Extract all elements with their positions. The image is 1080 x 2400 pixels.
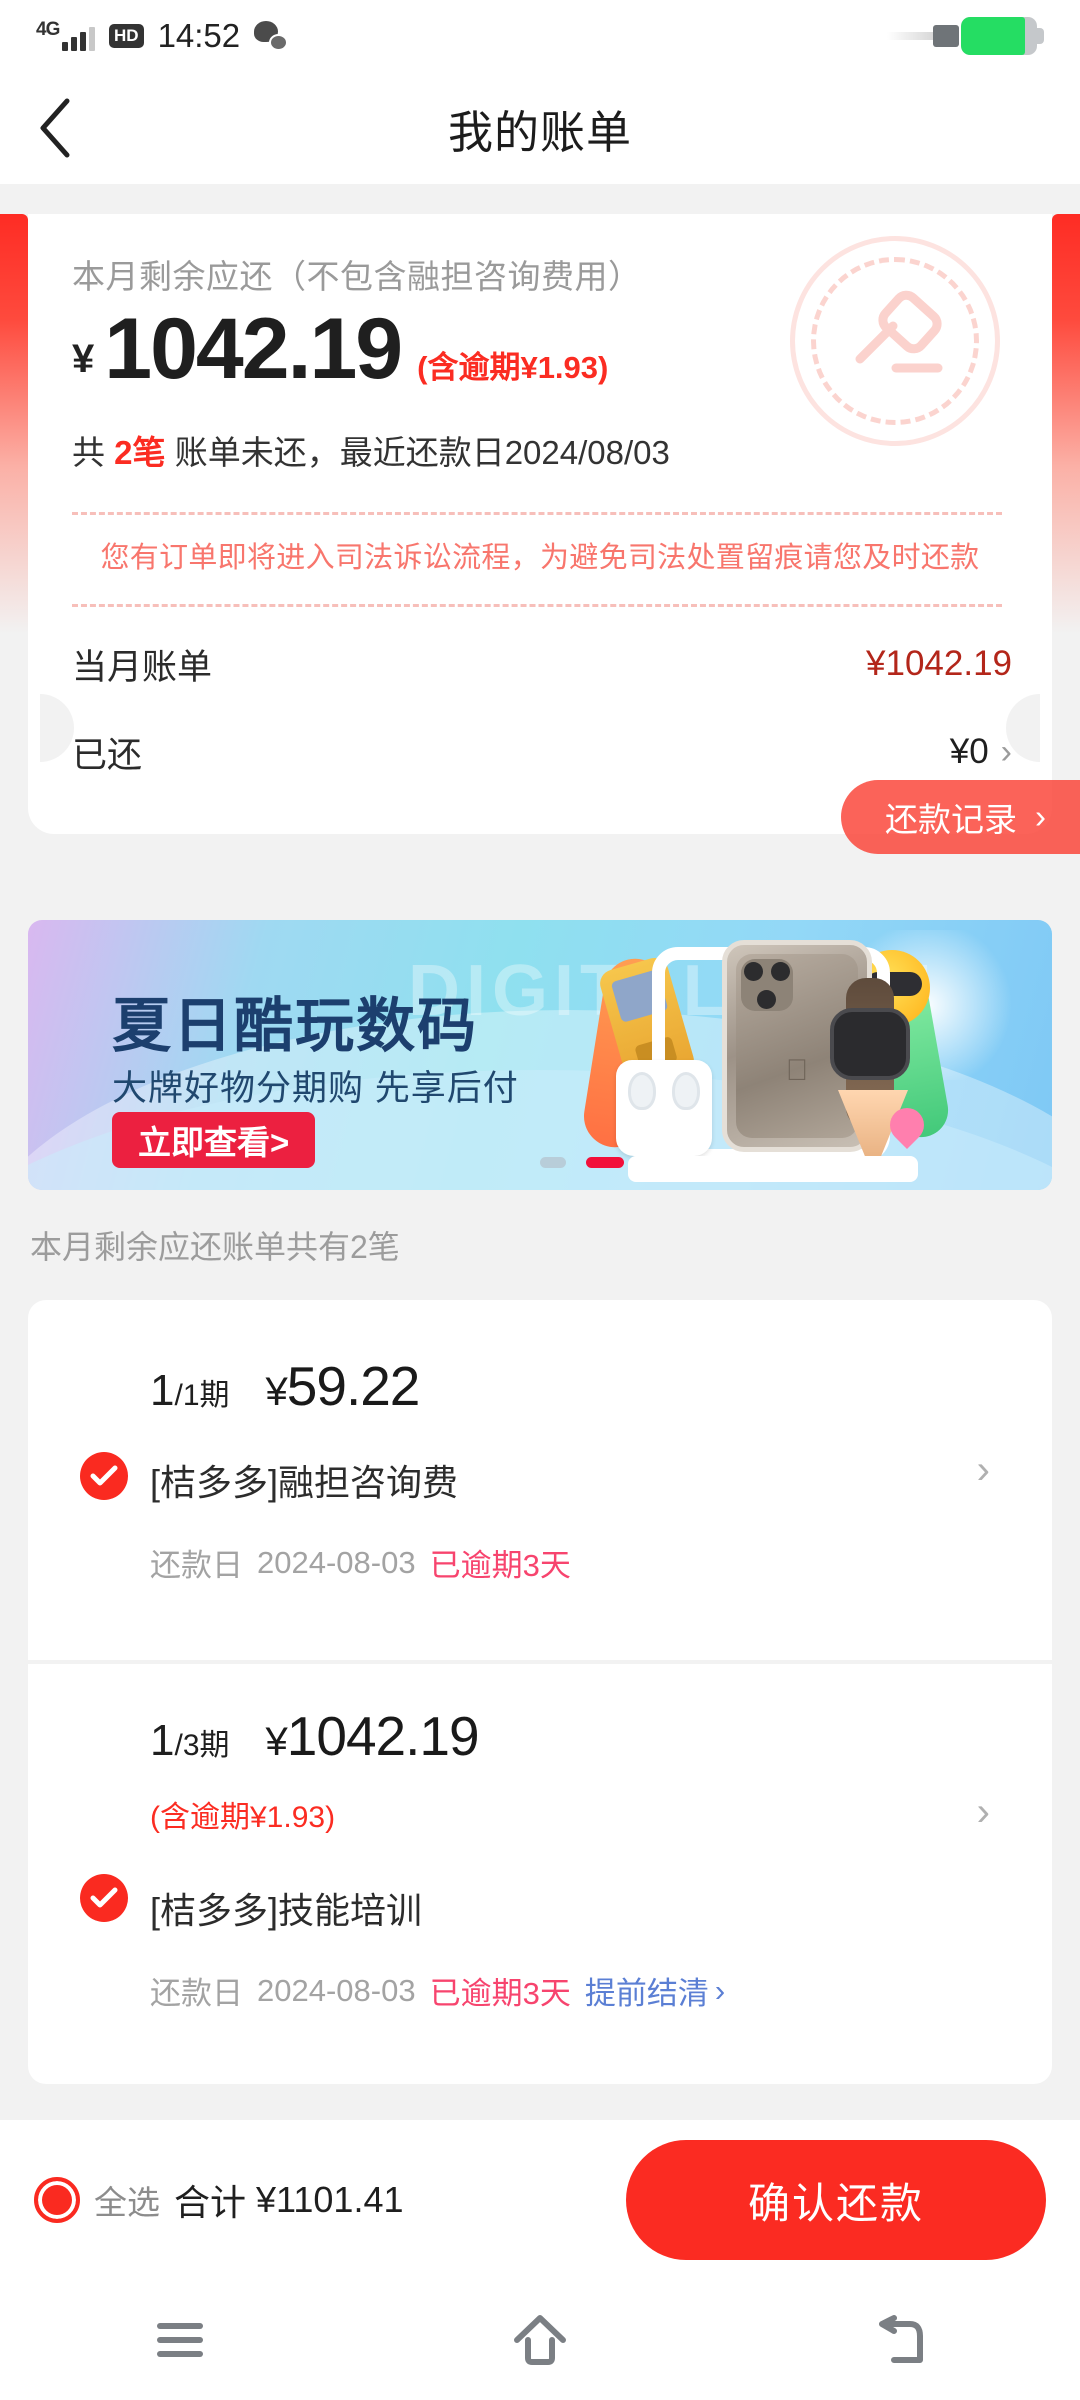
summary-card: 本月剩余应还（不包含融担咨询费用） ¥ 1042.19 (含逾期¥1.93) 共… [28, 214, 1052, 834]
android-nav-bar [0, 2280, 1080, 2400]
summary-count-row: 共 2笔 账单未还，最近还款日2024/08/03 [72, 426, 670, 474]
current-bill-label: 当月账单 [72, 647, 213, 687]
banner-carousel-dots [540, 1157, 624, 1168]
bill-1-date-label: 还款日 [150, 1548, 243, 1583]
current-bill-value: ¥1042.19 [866, 644, 1012, 683]
bill-1-head: 1/1期 ¥59.22 [150, 1354, 421, 1418]
repaid-value: ¥0 [949, 732, 989, 771]
summary-row-repaid[interactable]: 已还 ¥0 › [72, 722, 1012, 782]
battery-cap [1037, 28, 1044, 44]
phone-stand [628, 1156, 918, 1182]
bill-2-name: [桔多多]技能培训 [150, 1890, 423, 1931]
bill-1-overdue-status: 已逾期3天 [429, 1548, 571, 1583]
confirm-repayment-button[interactable]: 确认还款 [626, 2140, 1046, 2260]
wechat-icon [254, 21, 289, 51]
bottom-action-bar: 全选 合计 ¥1101.41 确认还款 [0, 2120, 1080, 2280]
earbuds-icon [616, 1060, 712, 1156]
repaid-label: 已还 [72, 735, 143, 775]
page-title: 我的账单 [447, 106, 632, 158]
bill-1-date-row: 还款日 2024-08-03 已逾期3天 [150, 1540, 571, 1585]
carousel-dot-active[interactable] [586, 1157, 624, 1168]
card-edge-right [1052, 214, 1080, 634]
banner-title: 夏日酷玩数码 [112, 993, 479, 1059]
status-bar-right [887, 17, 1044, 55]
page-header: 我的账单 [0, 72, 1080, 184]
select-all-radio[interactable] [34, 2177, 80, 2223]
bill-2-date-label: 还款日 [150, 1976, 243, 2011]
bill-item-2[interactable]: 1/3期 ¥1042.19 (含逾期¥1.93) [桔多多]技能培训 还款日 2… [28, 1664, 1052, 2084]
summary-overdue-note: (含逾期¥1.93) [417, 350, 609, 385]
status-bar-left: 4G HD 14:52 [36, 17, 289, 55]
bill-2-date: 2024-08-03 [257, 1972, 416, 2008]
chevron-right-icon: › [714, 1972, 726, 2008]
count-suffix: 账单未还，最近还款日2024/08/03 [165, 434, 670, 471]
banner-cta-button[interactable]: 立即查看> [112, 1112, 316, 1168]
charging-plug-icon [933, 25, 959, 47]
currency-symbol: ¥ [72, 337, 95, 381]
bill-1-checkbox[interactable] [80, 1452, 128, 1500]
battery-icon [961, 17, 1037, 55]
charging-cable-icon [887, 32, 933, 40]
repayment-record-button[interactable]: 还款记录 › [841, 780, 1080, 854]
bill-2-head: 1/3期 ¥1042.19 [150, 1704, 480, 1768]
divider-dashed-bottom [72, 604, 1002, 607]
repayment-record-label: 还款记录 [885, 801, 1017, 838]
chevron-right-icon: › [1035, 798, 1046, 835]
summary-label: 本月剩余应还（不包含融担咨询费用） [72, 258, 642, 295]
count-value: 2笔 [114, 434, 166, 471]
bill-1-amount: ¥59.22 [265, 1355, 421, 1417]
summary-amount: 1042.19 [104, 301, 403, 397]
check-icon [90, 1887, 118, 1908]
banner-subtitle: 大牌好物分期购 先享后付 [112, 1069, 519, 1108]
bill-1-date: 2024-08-03 [257, 1544, 416, 1580]
gavel-icon [790, 236, 1000, 446]
bill-2-checkbox[interactable] [80, 1874, 128, 1922]
bill-2-date-row: 还款日 2024-08-03 已逾期3天 提前结清 › [150, 1968, 725, 2013]
bill-2-amount: ¥1042.19 [265, 1705, 480, 1767]
litigation-warning: 您有订单即将进入司法诉讼流程，为避免司法处置留痕请您及时还款 [100, 542, 980, 574]
hd-badge-icon: HD [109, 24, 144, 48]
count-prefix: 共 [72, 434, 115, 471]
bill-1-term: 1/1期 [150, 1366, 230, 1415]
summary-amount-row: ¥ 1042.19 (含逾期¥1.93) [72, 306, 608, 392]
bill-item-1[interactable]: 1/1期 ¥59.22 [桔多多]融担咨询费 还款日 2024-08-03 已逾… [28, 1300, 1052, 1660]
summary-row-current-bill[interactable]: 当月账单 ¥1042.19 [72, 634, 1012, 694]
nav-recents-button[interactable] [110, 2280, 250, 2400]
carousel-dot[interactable] [540, 1157, 566, 1168]
app-screen: 4G HD 14:52 我的账单 本月剩余应还（不包含融担咨询费用） ¥ 104… [0, 0, 1080, 2400]
summary-section: 本月剩余应还（不包含融担咨询费用） ¥ 1042.19 (含逾期¥1.93) 共… [0, 184, 1080, 1005]
early-settlement-link[interactable]: 提前结清 › [585, 1968, 725, 2013]
banner-product-illustration:  [579, 932, 953, 1182]
bill-2-overdue-status: 已逾期3天 [429, 1976, 571, 2011]
promo-banner[interactable]: DIGITAL LIFE  夏日酷玩数码 [28, 920, 1052, 1190]
signal-4g-icon: 4G [36, 19, 95, 51]
network-type-label: 4G [36, 19, 60, 40]
nav-back-button[interactable] [830, 2280, 970, 2400]
status-bar: 4G HD 14:52 [0, 0, 1080, 72]
card-notch-left [40, 694, 74, 762]
back-icon [879, 2315, 923, 2363]
total-label: 合计 [174, 2182, 247, 2223]
select-all-label: 全选 [94, 2184, 160, 2221]
bill-2-term: 1/3期 [150, 1716, 230, 1765]
home-icon [514, 2315, 566, 2365]
status-bar-clock: 14:52 [157, 17, 241, 54]
total-value: ¥1101.41 [256, 2179, 404, 2220]
recents-icon [157, 2323, 203, 2357]
current-bill-value-wrap: ¥1042.19 [866, 644, 1012, 684]
check-icon [90, 1465, 118, 1486]
nav-home-button[interactable] [470, 2280, 610, 2400]
select-all-control[interactable]: 全选 [34, 2176, 160, 2224]
repaid-value-wrap: ¥0 › [950, 732, 1012, 772]
divider-dashed-top [72, 512, 1002, 515]
bill-1-name: [桔多多]融担咨询费 [150, 1462, 459, 1503]
chevron-right-icon[interactable]: › [977, 1790, 990, 1835]
chevron-right-icon[interactable]: › [977, 1448, 990, 1493]
list-caption: 本月剩余应还账单共有2笔 [30, 1229, 400, 1265]
card-edge-left [0, 214, 28, 634]
bill-2-overdue-note: (含逾期¥1.93) [150, 1801, 336, 1834]
